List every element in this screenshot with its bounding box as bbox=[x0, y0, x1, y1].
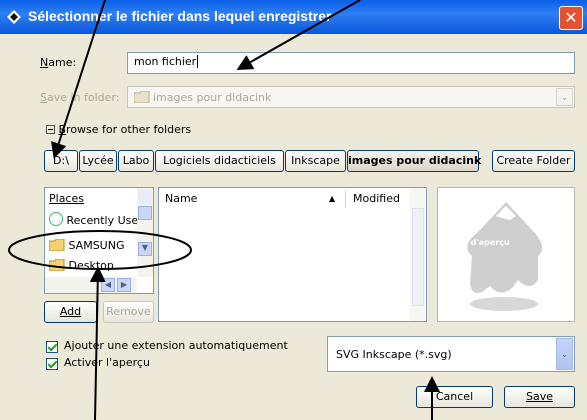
places-hscrollbar[interactable]: ◀ ▶ bbox=[45, 277, 137, 293]
crumb-lycee[interactable]: Lycée bbox=[79, 150, 117, 172]
folder-icon bbox=[48, 258, 65, 272]
inkscape-logo-placeholder bbox=[467, 202, 543, 311]
preview-box: Pas d'aperçu bbox=[437, 187, 575, 322]
save-button[interactable]: Save bbox=[504, 386, 575, 408]
places-header[interactable]: Places bbox=[49, 190, 84, 208]
crumb-inkscape[interactable]: Inkscape bbox=[285, 150, 346, 172]
place-item-samsung[interactable]: SAMSUNG bbox=[48, 238, 125, 252]
close-button[interactable]: ✕ bbox=[559, 6, 583, 30]
cancel-button[interactable]: Cancel bbox=[416, 386, 493, 408]
places-scrollbar[interactable]: ▼ bbox=[137, 188, 153, 277]
scroll-up-icon[interactable] bbox=[138, 190, 152, 204]
save-in-folder-label: Save in folder: bbox=[40, 91, 120, 104]
save-dialog: Sélectionner le fichier dans lequel enre… bbox=[0, 0, 587, 420]
create-folder-button[interactable]: Create Folder bbox=[492, 150, 575, 172]
place-item-recently-used[interactable]: Recently Used bbox=[49, 212, 145, 227]
place-item-desktop[interactable]: Desktop bbox=[48, 258, 114, 272]
browse-expander[interactable]: Browse for other folders bbox=[46, 123, 191, 136]
enable-preview-label: Activer l'aperçu bbox=[64, 356, 150, 369]
scroll-thumb[interactable] bbox=[138, 206, 152, 220]
enable-preview-checkbox[interactable] bbox=[46, 358, 58, 370]
col-header-name[interactable]: Name bbox=[165, 190, 197, 208]
crumb-drive[interactable]: D:\ bbox=[44, 150, 78, 172]
name-label: Name: bbox=[40, 56, 77, 69]
window-title: Sélectionner le fichier dans lequel enre… bbox=[28, 8, 332, 24]
add-button[interactable]: Add bbox=[44, 301, 97, 323]
crumb-labo[interactable]: Labo bbox=[118, 150, 154, 172]
sort-ascending-icon: ▲ bbox=[329, 194, 336, 203]
chevron-down-icon[interactable]: ⌄ bbox=[556, 338, 573, 370]
scroll-thumb[interactable] bbox=[412, 208, 424, 306]
collapse-icon bbox=[46, 125, 55, 134]
preview-text: Pas d'aperçu bbox=[452, 238, 510, 247]
crumb-logiciels[interactable]: Logiciels didacticiels bbox=[155, 150, 284, 172]
inkscape-icon bbox=[7, 10, 21, 24]
places-panel[interactable]: Places Recently Used SAMSUNG Desktop ▼ ◀… bbox=[44, 187, 154, 294]
remove-button: Remove bbox=[103, 301, 154, 323]
name-input[interactable]: mon fichier bbox=[127, 52, 575, 74]
scroll-right-icon[interactable]: ▶ bbox=[117, 278, 131, 292]
title-bar: Sélectionner le fichier dans lequel enre… bbox=[0, 0, 587, 34]
crumb-current[interactable]: images pour didacink bbox=[347, 150, 481, 172]
auto-extension-checkbox[interactable] bbox=[46, 341, 58, 353]
auto-extension-label: Ajouter une extension automatiquement bbox=[64, 339, 288, 352]
file-list-scrollbar[interactable] bbox=[410, 188, 426, 321]
scroll-left-icon[interactable]: ◀ bbox=[101, 278, 115, 292]
scroll-down-icon[interactable]: ▼ bbox=[138, 242, 152, 256]
chevron-down-icon: ⌄ bbox=[556, 88, 573, 106]
file-type-select[interactable]: SVG Inkscape (*.svg) ⌄ bbox=[327, 336, 575, 372]
folder-icon bbox=[134, 91, 150, 103]
save-in-folder-select: images pour didacink ⌄ bbox=[127, 86, 575, 108]
col-header-modified[interactable]: Modified bbox=[353, 190, 400, 208]
folder-icon bbox=[48, 238, 65, 252]
recent-icon bbox=[49, 212, 63, 226]
file-list[interactable]: Name ▲ Modified bbox=[158, 187, 427, 322]
column-divider bbox=[345, 190, 346, 208]
